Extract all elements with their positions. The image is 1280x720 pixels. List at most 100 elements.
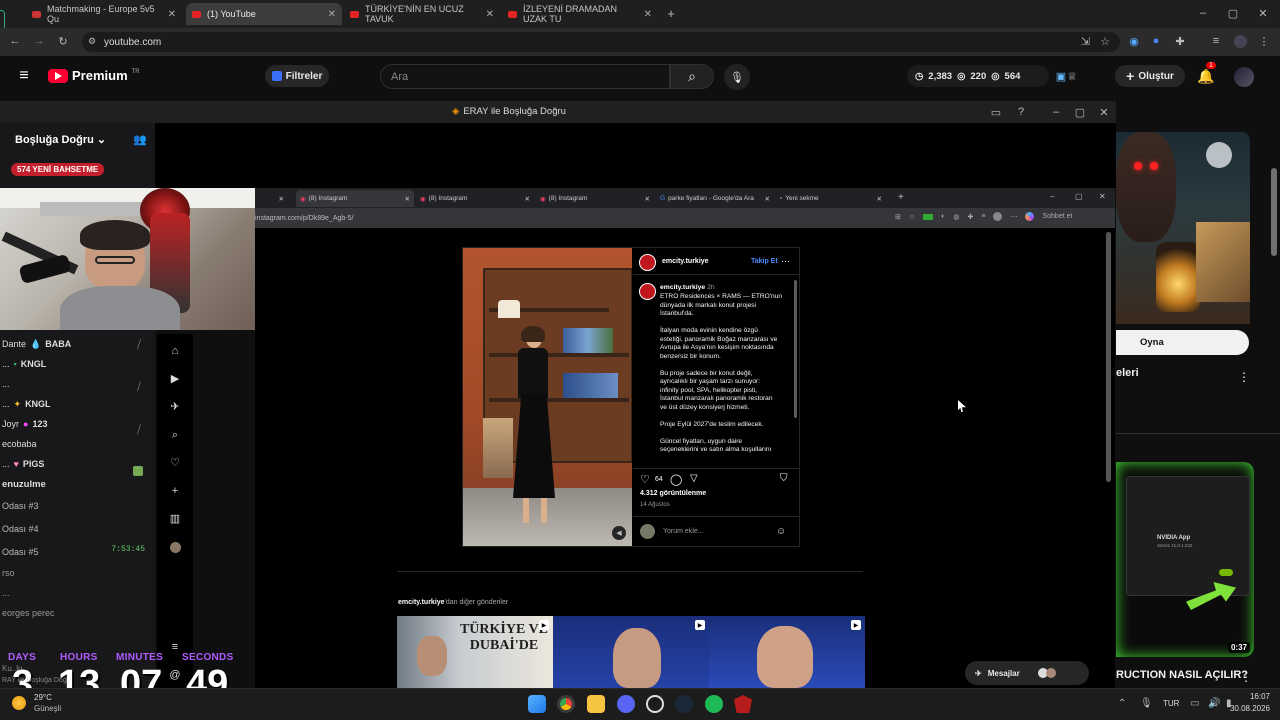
save-bookmark-icon[interactable]: ⛉ [780,473,788,484]
steam-icon[interactable] [675,695,693,713]
browser-tab-3[interactable]: TÜRKİYE'NİN EN UCUZ TAVUK ✕ [344,3,500,25]
translate-icon[interactable]: ⊞ [895,213,901,221]
voice-search-button[interactable]: 🎙 [724,64,750,90]
close-icon[interactable]: ✕ [405,195,410,203]
dashboard-icon[interactable]: ▥ [169,513,181,525]
mic-icon[interactable]: 🎙 [1140,698,1153,709]
install-icon[interactable]: ⇲ [1081,35,1090,48]
profile-avatar[interactable] [1234,35,1247,48]
caption-avatar[interactable] [639,283,656,300]
close-icon[interactable]: ✕ [279,195,284,203]
mute-icon[interactable]: ⧸ [133,424,145,436]
caption-scrollbar[interactable] [794,280,797,418]
users-icon[interactable]: 👥 [133,133,147,146]
maximize-icon[interactable]: ▢ [1074,106,1086,119]
inner-tab[interactable]: ◉ (8) Instagram ✕ [296,190,414,207]
more-from-account[interactable]: emcity.turkiye [398,599,445,606]
kebab-icon[interactable]: ⋯ [1010,213,1017,221]
file-explorer-icon[interactable] [587,695,605,713]
chat-button[interactable]: Sohbet et [1042,213,1072,220]
back-icon[interactable]: ← [8,34,22,48]
room-item[interactable]: Odası #5 7:53:45 [0,540,155,563]
search-icon[interactable]: ⌕ [169,429,181,441]
maximize-icon[interactable]: ▢ [1226,6,1240,20]
more-options-icon[interactable]: ⋯ [781,256,790,267]
heart-icon[interactable]: ♡ [169,457,181,469]
help-icon[interactable]: ? [1015,106,1027,118]
more-vert-icon[interactable]: ⋮ [1240,670,1252,684]
bookmark-star-icon[interactable]: ☆ [1100,35,1110,48]
mute-icon[interactable]: ⧸ [133,339,145,351]
promo-pill[interactable]: 574 YENİ BAHSETME [11,163,105,176]
room-item[interactable]: Odası #4 [0,517,155,540]
tray-arrow-icon[interactable]: ⌃ [1118,698,1126,709]
extensions-puzzle-icon[interactable]: ✚ [1174,35,1186,48]
profile-icon[interactable] [170,542,181,553]
extensions-icon[interactable]: ✚ [968,213,974,221]
share-icon[interactable]: ▽ [690,473,698,484]
account-avatar[interactable] [1234,67,1254,87]
profile-avatar[interactable] [993,212,1003,221]
start-icon[interactable] [528,695,546,713]
like-icon[interactable]: ♡ [640,473,650,486]
close-icon[interactable]: ✕ [645,195,650,203]
discord-icon[interactable] [617,695,635,713]
close-icon[interactable]: ✕ [765,195,770,203]
volume-icon[interactable]: 🔊 [1208,698,1220,709]
menu-kebab-icon[interactable]: ⋮ [1258,35,1270,48]
home-icon[interactable]: ⌂ [169,345,181,357]
reload-icon[interactable]: ↻ [56,34,70,48]
post-thumbnail[interactable]: ▶ [709,616,865,688]
forward-icon[interactable]: → [32,34,46,48]
ai-chat-icon[interactable] [1025,212,1035,221]
chat-header[interactable]: Boşluğa Doğru ⌄ [15,133,106,146]
create-button[interactable]: + Oluştur [1115,65,1185,87]
close-icon[interactable]: ✕ [168,9,176,20]
menu-icon[interactable]: ≡ [981,213,985,220]
input-language[interactable]: TUR [1163,699,1179,708]
follow-button[interactable]: Takip Et [751,258,778,265]
account-avatar[interactable] [639,254,656,271]
game-thumbnail[interactable] [1116,132,1250,324]
shelf-title[interactable]: eleri [1116,367,1139,379]
close-icon[interactable]: ✕ [1098,106,1110,119]
emoji-icon[interactable]: ☺ [776,526,786,537]
post-video[interactable]: ◀ [463,248,632,546]
extension-icon[interactable]: ◐ [941,213,945,220]
messenger-icon[interactable]: ✈ [169,401,181,413]
site-info-icon[interactable]: ⚙ [88,36,96,47]
browser-tab-2[interactable]: (1) YouTube ✕ [186,3,342,25]
clock-date[interactable]: 30.08.2026 [1222,704,1270,713]
comment-input[interactable]: Yorum ekle... [663,528,704,535]
close-icon[interactable]: ✕ [486,9,494,20]
inner-tab[interactable]: ▫ Yeni sekme ✕ [776,190,886,207]
messages-button[interactable]: ✈ Mesajlar [965,661,1089,685]
filters-button[interactable]: Filtreler [265,65,329,87]
mute-icon[interactable]: ◀ [612,526,626,540]
create-icon[interactable]: + [169,485,181,497]
minimize-icon[interactable]: – [1050,192,1054,201]
post-thumbnail[interactable]: ▶ [553,616,709,688]
minimize-icon[interactable]: – [1196,6,1210,20]
maximize-icon[interactable]: ▢ [1075,192,1083,201]
spotify-icon[interactable] [705,695,723,713]
close-window-icon[interactable]: ✕ [1256,6,1270,20]
play-button[interactable]: Oyna [1116,330,1249,355]
star-icon[interactable]: ☆ [909,213,915,221]
scrollbar[interactable] [1106,232,1111,482]
chrome-icon[interactable] [557,695,575,713]
inner-tab[interactable]: Gparke fiyatları - Google'da Ara ✕ [656,190,774,207]
extension-icon[interactable]: ● [1150,35,1162,47]
address-bar[interactable]: ⚙ youtube.com ⇲ ☆ [82,32,1120,52]
mute-icon[interactable]: ⧸ [133,381,145,393]
extension-icon[interactable]: ◍ [953,213,959,221]
close-icon[interactable]: ✕ [1099,192,1106,201]
video-title[interactable]: RUCTION NASIL AÇILIR? [1116,669,1248,681]
close-icon[interactable]: ✕ [525,195,530,203]
inner-tab[interactable]: ◉ (8) Instagram ✕ [416,190,534,207]
hamburger-menu-icon[interactable]: ≡ [16,67,32,84]
pip-icon[interactable]: ▭ [990,106,1002,119]
clock-time[interactable]: 16:07 [1228,692,1270,701]
extension-icon[interactable]: ◉ [1128,35,1140,48]
minimize-icon[interactable]: – [1050,106,1062,118]
